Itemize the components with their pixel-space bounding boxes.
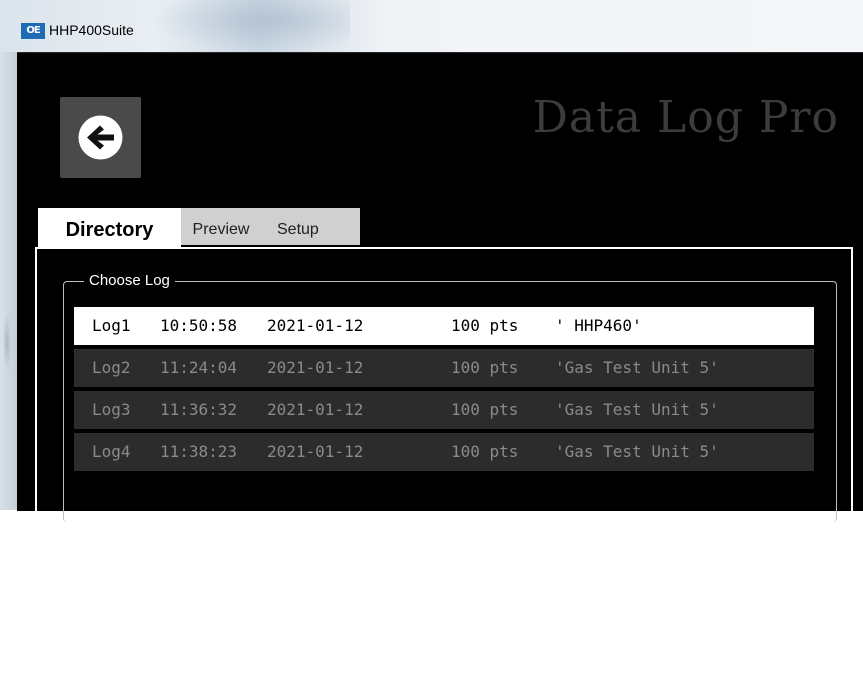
- log-name: Log2: [92, 358, 131, 377]
- log-row[interactable]: Log2 11:24:04 2021-01-12 100 pts 'Gas Te…: [74, 349, 814, 387]
- app-client-area: Data Log Pro Directory Preview Setup Cho…: [17, 52, 863, 522]
- brand-title: Data Log Pro: [532, 92, 839, 143]
- log-label: 'Gas Test Unit 5': [555, 358, 719, 377]
- tab-setup-label: Setup: [277, 221, 319, 238]
- app-logo-icon: OE: [21, 23, 45, 39]
- window-title: HHP400Suite: [49, 22, 134, 38]
- log-row[interactable]: Log3 11:36:32 2021-01-12 100 pts 'Gas Te…: [74, 391, 814, 429]
- window-left-border: [0, 52, 17, 510]
- log-label: ' HHP460': [555, 316, 642, 335]
- log-name: Log1: [92, 316, 131, 335]
- log-date: 2021-01-12: [267, 442, 364, 461]
- window-title-bar: OE HHP400Suite: [0, 0, 863, 52]
- log-points: 100 pts: [451, 442, 519, 461]
- log-label: 'Gas Test Unit 5': [555, 400, 719, 419]
- log-row[interactable]: Log4 11:38:23 2021-01-12 100 pts 'Gas Te…: [74, 433, 814, 471]
- log-points: 100 pts: [451, 316, 519, 335]
- group-title: Choose Log: [84, 272, 175, 290]
- log-name: Log4: [92, 442, 131, 461]
- title-bar-glass: [150, 0, 350, 52]
- choose-log-group: Choose Log Log1 10:50:58 2021-01-12 100 …: [63, 272, 837, 522]
- log-time: 11:38:23: [160, 442, 238, 461]
- directory-panel: Choose Log Log1 10:50:58 2021-01-12 100 …: [35, 247, 853, 522]
- log-name: Log3: [92, 400, 131, 419]
- arrow-left-icon: [78, 115, 123, 160]
- log-points: 100 pts: [451, 358, 519, 377]
- back-button[interactable]: [60, 97, 141, 178]
- tab-setup[interactable]: Setup: [261, 208, 360, 245]
- log-time: 11:24:04: [160, 358, 238, 377]
- log-points: 100 pts: [451, 400, 519, 419]
- border-glass-spot: [3, 312, 11, 372]
- log-time: 10:50:58: [160, 316, 238, 335]
- log-time: 11:36:32: [160, 400, 238, 419]
- log-date: 2021-01-12: [267, 316, 364, 335]
- tab-directory[interactable]: Directory: [38, 208, 181, 248]
- log-date: 2021-01-12: [267, 358, 364, 377]
- tab-preview[interactable]: Preview: [181, 208, 261, 245]
- log-label: 'Gas Test Unit 5': [555, 442, 719, 461]
- log-date: 2021-01-12: [267, 400, 364, 419]
- log-row[interactable]: Log1 10:50:58 2021-01-12 100 pts ' HHP46…: [74, 307, 814, 345]
